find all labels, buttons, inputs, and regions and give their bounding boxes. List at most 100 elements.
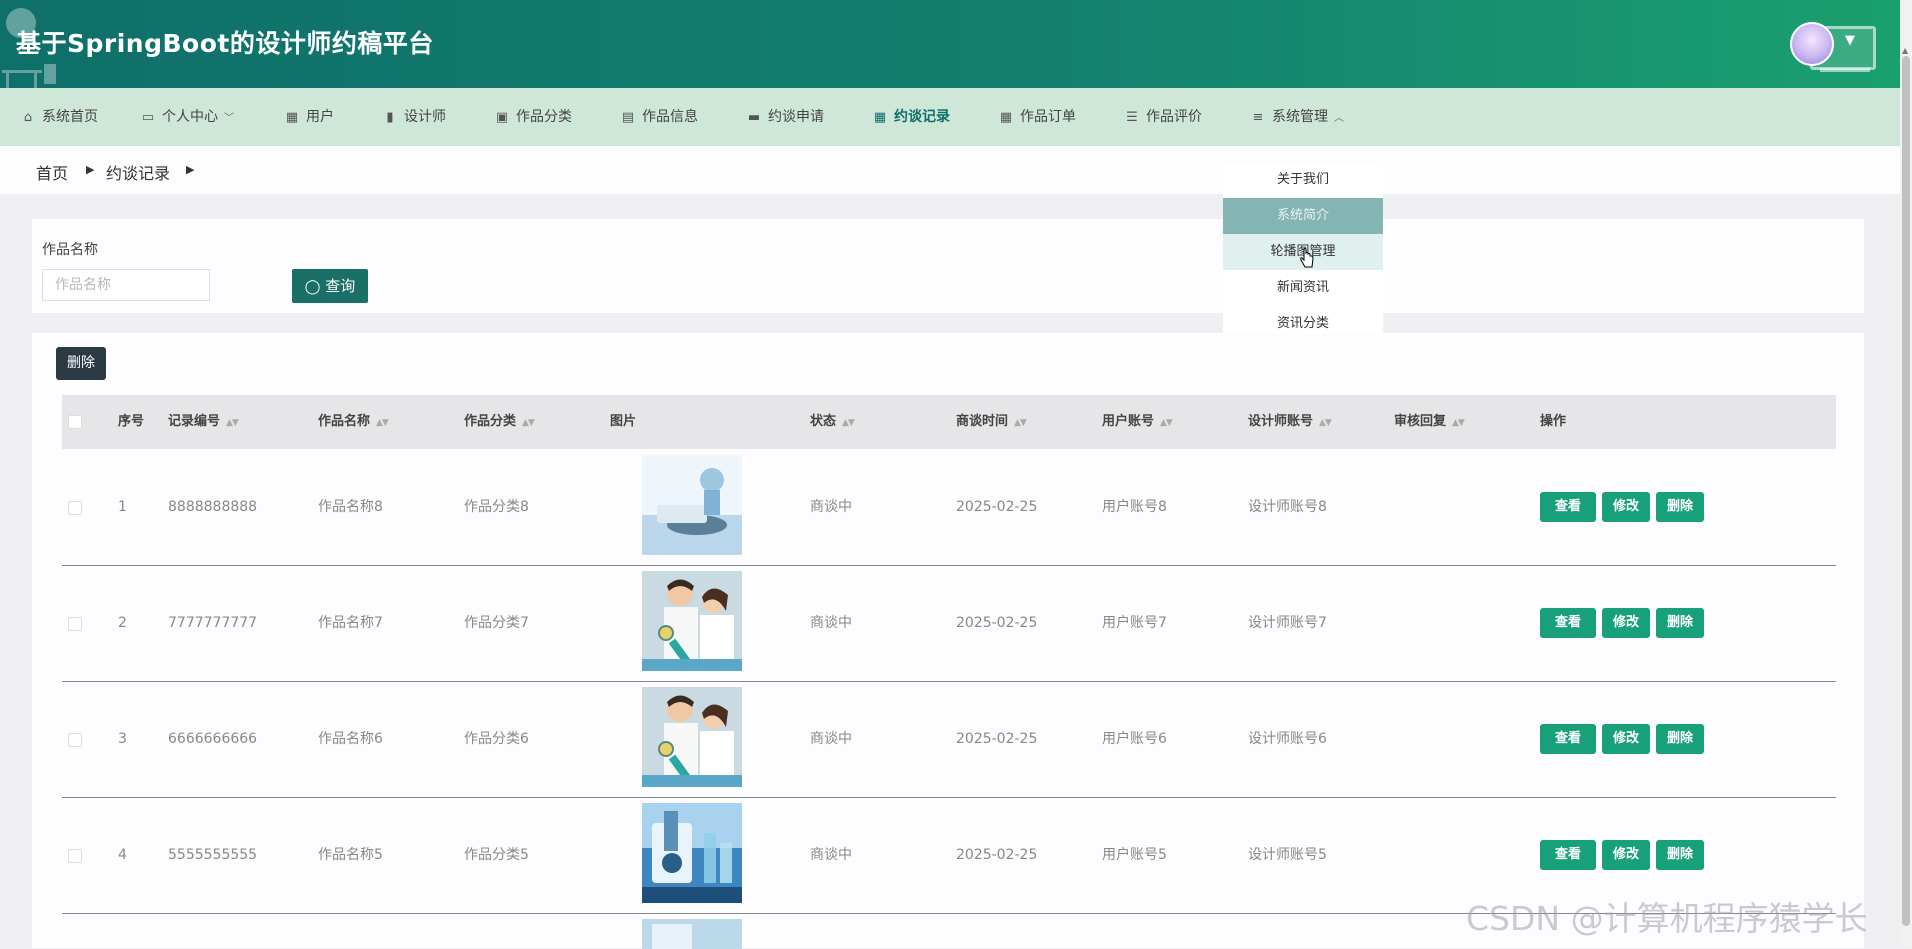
desk-decoration-icon (2, 64, 56, 88)
col-image: 图片 (610, 414, 637, 429)
cell-code: 6666666666 (168, 731, 258, 747)
col-reply[interactable]: 审核回复 ▲▼ (1394, 395, 1465, 449)
cell-name: 作品名称5 (318, 847, 383, 863)
briefcase-icon: ▣ (495, 110, 509, 125)
nav-label: 约谈记录 (894, 109, 950, 125)
view-button[interactable]: 查看 (1540, 492, 1596, 522)
col-user[interactable]: 用户账号 ▲▼ (1102, 395, 1173, 449)
cell-designer: 设计师账号7 (1248, 615, 1327, 631)
search-panel: 作品名称 ◯ 查询 (32, 219, 1864, 313)
row-checkbox[interactable] (68, 617, 82, 631)
cell-user: 用户账号5 (1102, 847, 1167, 863)
select-all-checkbox[interactable] (68, 415, 82, 429)
caret-down-icon[interactable]: ▼ (1845, 33, 1855, 48)
nav-item-work-orders[interactable]: ▦ 作品订单 (998, 88, 1076, 146)
delete-button[interactable]: 删除 (1656, 492, 1704, 522)
edit-button[interactable]: 修改 (1602, 724, 1650, 754)
nav-item-designers[interactable]: ▮ 设计师 (382, 88, 446, 146)
delete-button[interactable]: 删除 (1656, 840, 1704, 870)
nav-item-work-category[interactable]: ▣ 作品分类 (494, 88, 572, 146)
col-code[interactable]: 记录编号 ▲▼ (168, 395, 239, 449)
nav-label: 用户 (306, 109, 334, 125)
cell-status: 商谈中 (810, 847, 852, 863)
monitor-stand (1820, 68, 1870, 72)
cell-index: 2 (118, 615, 127, 631)
cell-status: 商谈中 (810, 615, 852, 631)
cell-user: 用户账号7 (1102, 615, 1167, 631)
cell-index: 4 (118, 847, 127, 863)
cell-name: 作品名称7 (318, 615, 383, 631)
nav-label: 作品信息 (642, 109, 698, 125)
nav-item-work-reviews[interactable]: ☰ 作品评价 (1124, 88, 1202, 146)
work-image (642, 919, 742, 949)
cell-designer: 设计师账号5 (1248, 847, 1327, 863)
nav-label: 系统首页 (42, 109, 98, 125)
work-image (642, 571, 742, 671)
edit-button[interactable]: 修改 (1602, 840, 1650, 870)
row-checkbox[interactable] (68, 849, 82, 863)
cell-time: 2025-02-25 (956, 499, 1038, 515)
col-category[interactable]: 作品分类 ▲▼ (464, 395, 535, 449)
menu-item-system-intro[interactable]: 系统简介 (1223, 198, 1383, 234)
table-row: 2 7777777777 作品名称7 作品分类7 商谈中 2025-02-25 … (62, 565, 1836, 682)
menu-item-news-category[interactable]: 资讯分类 (1223, 306, 1383, 342)
cell-time: 2025-02-25 (956, 615, 1038, 631)
caret-right-icon: ▶ (186, 163, 195, 176)
cell-code: 5555555555 (168, 847, 258, 863)
app-title: 基于SpringBoot的设计师约稿平台 (16, 29, 434, 58)
sort-icon: ▲▼ (1319, 418, 1332, 428)
menu-item-about-us[interactable]: 关于我们 (1223, 162, 1383, 198)
batch-delete-button[interactable]: 删除 (56, 347, 106, 380)
work-image (642, 455, 742, 555)
menu-item-news[interactable]: 新闻资讯 (1223, 270, 1383, 306)
col-status[interactable]: 状态 ▲▼ (810, 395, 855, 449)
nav-item-system-management[interactable]: ≡ 系统管理 ︿ (1250, 88, 1344, 146)
col-time[interactable]: 商谈时间 ▲▼ (956, 395, 1027, 449)
search-input[interactable] (42, 269, 210, 301)
edit-button[interactable]: 修改 (1602, 608, 1650, 638)
nav-item-users[interactable]: ▦ 用户 (284, 88, 334, 146)
cell-time: 2025-02-25 (956, 847, 1038, 863)
delete-button[interactable]: 删除 (1656, 608, 1704, 638)
list-icon: ☰ (1126, 110, 1138, 125)
view-button[interactable]: 查看 (1540, 608, 1596, 638)
cell-category: 作品分类5 (464, 847, 529, 863)
nav-item-meeting-request[interactable]: ▬ 约谈申请 (746, 88, 824, 146)
nav-item-meeting-record[interactable]: ▦ 约谈记录 (872, 88, 950, 146)
nav-item-work-info[interactable]: ▤ 作品信息 (620, 88, 698, 146)
grid-icon: ▦ (873, 110, 887, 125)
nav-label: 系统管理 (1272, 109, 1328, 125)
clipboard-icon: ▤ (621, 110, 635, 125)
work-image (642, 803, 742, 903)
sort-icon: ▲▼ (1160, 418, 1173, 428)
view-button[interactable]: 查看 (1540, 724, 1596, 754)
scrollbar-thumb[interactable] (1902, 56, 1910, 926)
hand-cursor-icon (1300, 248, 1314, 268)
col-designer[interactable]: 设计师账号 ▲▼ (1248, 395, 1332, 449)
chevron-down-icon: ﹀ (224, 113, 234, 124)
scroll-up-icon[interactable]: ▲ (1902, 46, 1908, 55)
work-image (642, 687, 742, 787)
message-icon: ▬ (747, 110, 761, 125)
col-index: 序号 (118, 414, 145, 429)
row-checkbox[interactable] (68, 733, 82, 747)
breadcrumb-home[interactable]: 首页 (36, 160, 68, 184)
nav-item-personal-center[interactable]: ▭ 个人中心 ﹀ (140, 88, 234, 146)
grid-icon: ▦ (999, 110, 1013, 125)
row-checkbox[interactable] (68, 501, 82, 515)
vertical-scrollbar[interactable] (1900, 0, 1912, 948)
cell-designer: 设计师账号6 (1248, 731, 1327, 747)
cell-status: 商谈中 (810, 499, 852, 515)
delete-button[interactable]: 删除 (1656, 724, 1704, 754)
edit-button[interactable]: 修改 (1602, 492, 1650, 522)
sort-icon: ▲▼ (842, 418, 855, 428)
nav-label: 作品分类 (516, 109, 572, 125)
nav-item-home[interactable]: ⌂ 系统首页 (20, 88, 98, 146)
col-name[interactable]: 作品名称 ▲▼ (318, 395, 389, 449)
caret-right-icon: ▶ (86, 163, 95, 176)
sort-icon: ▲▼ (1014, 418, 1027, 428)
search-button[interactable]: ◯ 查询 (292, 269, 368, 303)
cell-code: 7777777777 (168, 615, 258, 631)
view-button[interactable]: 查看 (1540, 840, 1596, 870)
avatar[interactable] (1790, 22, 1834, 66)
